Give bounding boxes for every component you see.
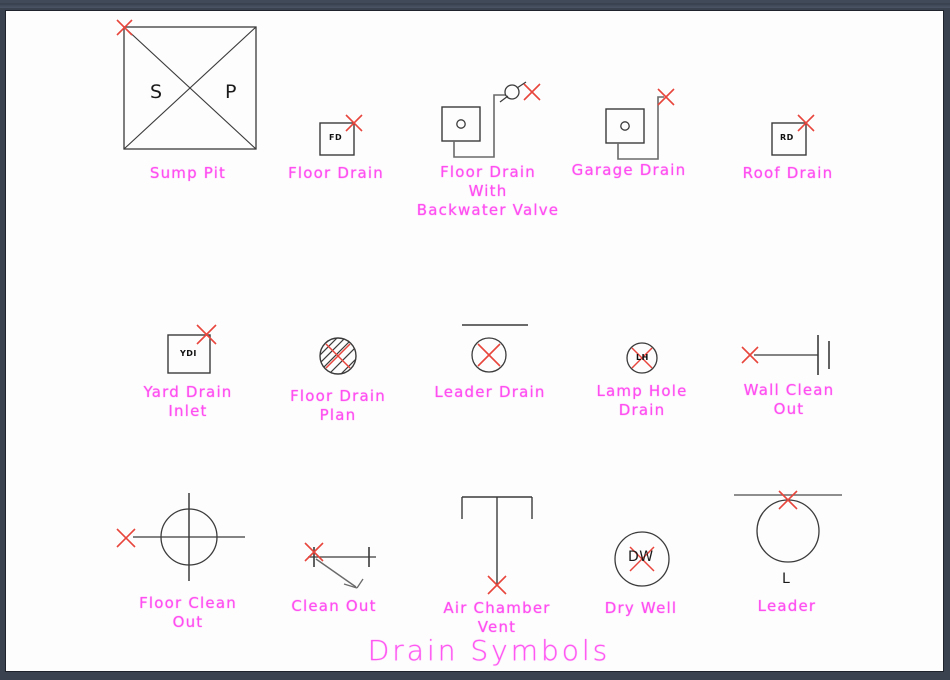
lamp-hole-drain-inner-label: LH bbox=[636, 353, 649, 362]
drawing-canvas-frame[interactable]: S P Sump Pit FD Floor Drain Floor Drain … bbox=[5, 10, 944, 672]
x-cross-marker bbox=[477, 343, 501, 367]
wall-clean-out-graphic bbox=[741, 335, 830, 375]
yard-drain-inlet-inner-label: YDI bbox=[180, 349, 197, 358]
x-cross-marker bbox=[523, 83, 541, 101]
caption-roof-drain: Roof Drain bbox=[742, 164, 834, 182]
dry-well-inner-label: DW bbox=[628, 549, 654, 565]
garage-drain-graphic bbox=[605, 88, 675, 160]
leader-drain-graphic bbox=[462, 324, 528, 373]
sump-pit-letter-s: S bbox=[150, 81, 163, 103]
sump-pit-graphic bbox=[116, 19, 257, 150]
floor-drain-graphic bbox=[319, 114, 363, 156]
x-cross-marker bbox=[116, 528, 136, 548]
air-chamber-vent-graphic bbox=[461, 496, 533, 595]
leader-inner-label: L bbox=[782, 571, 791, 587]
caption-wall-clean-out: Wall Clean Out bbox=[743, 381, 835, 418]
cad-viewer-window: S P Sump Pit FD Floor Drain Floor Drain … bbox=[0, 0, 950, 680]
floor-clean-out-graphic bbox=[116, 493, 245, 581]
floor-drain-inner-label: FD bbox=[329, 133, 343, 142]
drawing-sheet: S P Sump Pit FD Floor Drain Floor Drain … bbox=[6, 11, 943, 671]
caption-leader: Leader bbox=[757, 597, 817, 615]
roof-drain-graphic bbox=[771, 114, 815, 156]
floor-drain-plan-graphic bbox=[319, 337, 357, 375]
drawing-title: Drain Symbols bbox=[367, 634, 611, 667]
window-titlebar[interactable] bbox=[0, 0, 950, 8]
sump-pit-letter-p: P bbox=[225, 81, 237, 103]
floor-drain-backwater-valve-graphic bbox=[441, 81, 541, 158]
clean-out-graphic bbox=[304, 542, 376, 589]
yard-drain-inlet-graphic bbox=[167, 324, 217, 374]
roof-drain-inner-label: RD bbox=[780, 133, 794, 142]
